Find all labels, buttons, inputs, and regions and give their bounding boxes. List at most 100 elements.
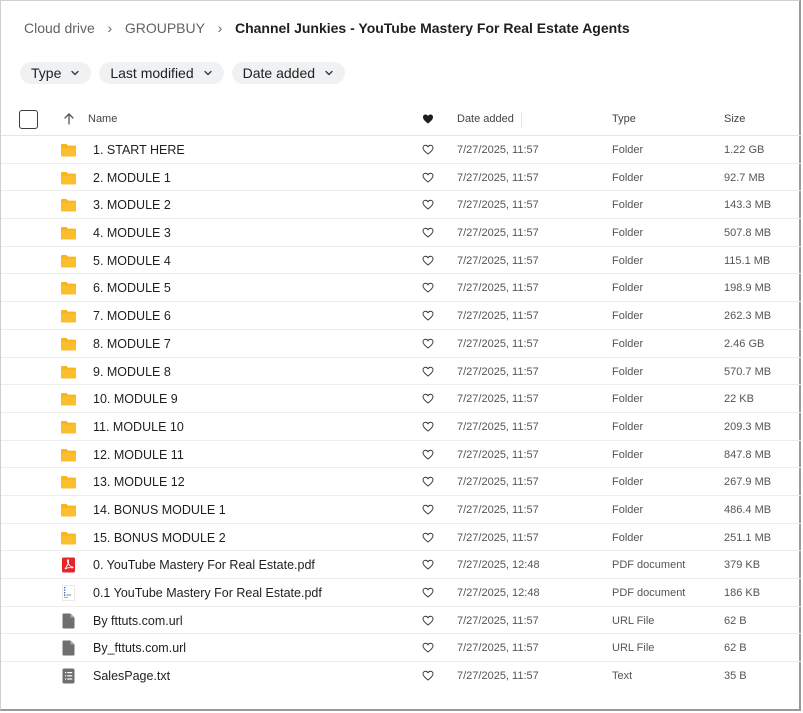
file-name[interactable]: 4. MODULE 3 bbox=[93, 226, 171, 240]
table-row[interactable]: SalesPage.txt 7/27/2025, 11:57 Text 35 B bbox=[1, 662, 802, 690]
table-row[interactable]: 12. MODULE 11 7/27/2025, 11:57 Folder 847.8… bbox=[1, 441, 802, 469]
filter-last-modified-button[interactable]: Last modified bbox=[99, 62, 224, 84]
file-type: URL File bbox=[612, 642, 655, 655]
table-row[interactable]: 3. MODULE 2 7/27/2025, 11:57 Folder 143.3 M… bbox=[1, 191, 802, 220]
file-name[interactable]: By_fttuts.com.url bbox=[93, 641, 186, 655]
table-row[interactable]: 14. BONUS MODULE 1 7/27/2025, 11:57 Folder… bbox=[1, 496, 802, 524]
breadcrumb-current-folder: Channel Junkies - YouTube Mastery For Re… bbox=[234, 20, 630, 36]
heart-outline-icon[interactable] bbox=[422, 255, 434, 266]
filter-date-added-button[interactable]: Date added bbox=[231, 62, 346, 84]
date-added: 7/27/2025, 11:57 bbox=[457, 642, 539, 655]
table-row[interactable]: 0.1 YouTube Mastery For Real Estate.pdf 7… bbox=[1, 579, 802, 607]
pdf-icon bbox=[60, 557, 77, 573]
table-row[interactable]: 11. MODULE 10 7/27/2025, 11:57 Folder 209.3… bbox=[1, 413, 802, 441]
file-size: 1.22 GB bbox=[724, 144, 765, 156]
sort-up-arrow-icon[interactable] bbox=[63, 112, 75, 126]
table-row[interactable]: 10. MODULE 9 7/27/2025, 11:57 Folder 22 KB bbox=[1, 385, 802, 413]
pdf-thumbnail-icon bbox=[60, 585, 77, 601]
heart-outline-icon[interactable] bbox=[422, 282, 434, 294]
date-added: 7/27/2025, 12:48 bbox=[457, 559, 540, 572]
date-added: 7/27/2025, 11:57 bbox=[457, 420, 539, 433]
heart-outline-icon[interactable] bbox=[422, 532, 434, 543]
heart-outline-icon[interactable] bbox=[422, 172, 434, 183]
date-added: 7/27/2025, 11:57 bbox=[457, 337, 539, 350]
heart-outline-icon[interactable] bbox=[422, 199, 434, 210]
column-header-date-added[interactable]: Date added bbox=[457, 113, 514, 125]
select-all-checkbox[interactable] bbox=[19, 110, 38, 129]
heart-outline-icon[interactable] bbox=[422, 504, 434, 515]
heart-outline-icon[interactable] bbox=[422, 338, 434, 349]
folder-icon bbox=[60, 142, 77, 158]
heart-outline-icon[interactable] bbox=[422, 642, 434, 653]
file-name[interactable]: 7. MODULE 6 bbox=[93, 309, 171, 323]
column-header-type[interactable]: Type bbox=[612, 113, 636, 125]
file-name[interactable]: 15. BONUS MODULE 2 bbox=[93, 531, 226, 545]
table-row[interactable]: 1. START HERE 7/27/2025, 11:57 Folder 1.22 … bbox=[1, 136, 802, 164]
table-row[interactable]: 15. BONUS MODULE 2 7/27/2025, 11:57 Folder… bbox=[1, 524, 802, 552]
table-row[interactable]: By_fttuts.com.url 7/27/2025, 11:57 URL Fil… bbox=[1, 634, 802, 663]
heart-outline-icon[interactable] bbox=[422, 310, 434, 321]
drive-window: Cloud drive › GROUPBUY › Channel Junkies… bbox=[0, 0, 802, 711]
file-type: Folder bbox=[612, 365, 644, 378]
file-size: 570.7 MB bbox=[724, 365, 772, 378]
file-name[interactable]: 12. MODULE 11 bbox=[93, 448, 184, 462]
file-name[interactable]: 14. BONUS MODULE 1 bbox=[93, 503, 226, 517]
breadcrumb-cloud-drive[interactable]: Cloud drive bbox=[24, 20, 95, 36]
file-name[interactable]: 2. MODULE 1 bbox=[93, 171, 171, 185]
heart-outline-icon[interactable] bbox=[422, 421, 434, 432]
file-name[interactable]: 6. MODULE 5 bbox=[93, 281, 171, 295]
date-added: 7/27/2025, 11:57 bbox=[457, 227, 539, 240]
table-row[interactable]: 4. MODULE 3 7/27/2025, 11:57 Folder 507.8 M… bbox=[1, 219, 802, 247]
table-row[interactable]: 9. MODULE 8 7/27/2025, 11:57 Folder 570.7 M… bbox=[1, 358, 802, 386]
date-added: 7/27/2025, 11:57 bbox=[457, 531, 539, 544]
file-name[interactable]: 0. YouTube Mastery For Real Estate.pdf bbox=[93, 558, 315, 572]
date-added: 7/27/2025, 11:57 bbox=[457, 448, 539, 461]
heart-outline-icon[interactable] bbox=[422, 559, 434, 570]
file-size: 267.9 MB bbox=[724, 476, 772, 489]
table-row[interactable]: 7. MODULE 6 7/27/2025, 11:57 Folder 262.3 M… bbox=[1, 302, 802, 330]
heart-outline-icon[interactable] bbox=[422, 587, 434, 598]
file-size: 198.9 MB bbox=[724, 282, 772, 295]
file-name[interactable]: By fttuts.com.url bbox=[93, 614, 183, 628]
table-row[interactable]: 13. MODULE 12 7/27/2025, 11:57 Folder 267.9… bbox=[1, 468, 802, 496]
heart-outline-icon[interactable] bbox=[422, 144, 434, 155]
date-added: 7/27/2025, 11:57 bbox=[457, 144, 539, 156]
heart-outline-icon[interactable] bbox=[422, 449, 434, 460]
file-name[interactable]: 9. MODULE 8 bbox=[93, 365, 171, 379]
table-row[interactable]: By fttuts.com.url 7/27/2025, 11:57 URL Fil… bbox=[1, 607, 802, 635]
file-name[interactable]: 5. MODULE 4 bbox=[93, 254, 171, 268]
heart-outline-icon[interactable] bbox=[422, 227, 434, 238]
breadcrumb-groupbuy[interactable]: GROUPBUY bbox=[125, 20, 205, 36]
heart-outline-icon[interactable] bbox=[422, 476, 434, 487]
heart-outline-icon[interactable] bbox=[422, 393, 434, 404]
breadcrumb: Cloud drive › GROUPBUY › Channel Junkies… bbox=[24, 18, 630, 38]
file-name[interactable]: 0.1 YouTube Mastery For Real Estate.pdf bbox=[93, 586, 322, 600]
file-name[interactable]: SalesPage.txt bbox=[93, 669, 170, 683]
table-row[interactable]: 5. MODULE 4 7/27/2025, 11:57 Folder 115.1 M… bbox=[1, 247, 802, 275]
heart-outline-icon[interactable] bbox=[422, 366, 434, 377]
filter-type-button[interactable]: Type bbox=[20, 62, 92, 84]
table-row[interactable]: 6. MODULE 5 7/27/2025, 11:57 Folder 198.9 M… bbox=[1, 274, 802, 303]
table-row[interactable]: 0. YouTube Mastery For Real Estate.pdf 7/… bbox=[1, 551, 802, 579]
column-header-name[interactable]: Name bbox=[88, 113, 117, 125]
file-size: 186 KB bbox=[724, 587, 761, 599]
folder-icon bbox=[60, 253, 77, 269]
table-row[interactable]: 8. MODULE 7 7/27/2025, 11:57 Folder 2.46 GB bbox=[1, 330, 802, 358]
file-name[interactable]: 3. MODULE 2 bbox=[93, 198, 171, 212]
column-header-size[interactable]: Size bbox=[724, 113, 745, 125]
file-name[interactable]: 1. START HERE bbox=[93, 143, 185, 157]
heart-outline-icon[interactable] bbox=[422, 615, 434, 626]
table-header: Name Date added Type Size bbox=[1, 105, 802, 136]
file-name[interactable]: 8. MODULE 7 bbox=[93, 337, 171, 351]
file-name[interactable]: 10. MODULE 9 bbox=[93, 392, 178, 406]
file-type: Folder bbox=[612, 171, 644, 184]
text-file-icon bbox=[60, 668, 77, 684]
heart-filled-icon[interactable] bbox=[422, 113, 434, 125]
table-row[interactable]: 2. MODULE 1 7/27/2025, 11:57 Folder 92.7 MB bbox=[1, 164, 802, 192]
file-name[interactable]: 13. MODULE 12 bbox=[93, 475, 185, 489]
file-size: 115.1 MB bbox=[724, 254, 771, 267]
file-type: Folder bbox=[612, 476, 644, 489]
column-divider[interactable] bbox=[521, 112, 522, 128]
file-name[interactable]: 11. MODULE 10 bbox=[93, 420, 184, 434]
heart-outline-icon[interactable] bbox=[422, 670, 434, 681]
